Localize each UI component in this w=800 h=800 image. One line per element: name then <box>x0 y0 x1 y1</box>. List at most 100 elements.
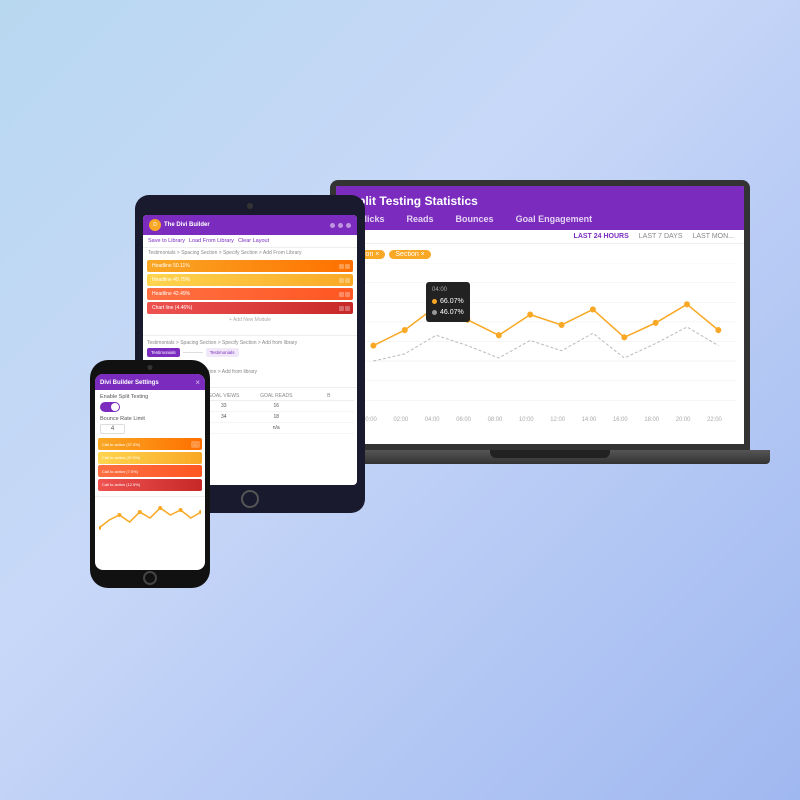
row-action-icon[interactable] <box>339 264 344 269</box>
chart-area: Section × Section × 04:00 66.07% 46.07% <box>336 244 744 439</box>
test-box-active[interactable]: Testimonials <box>147 348 180 357</box>
phone-row-label-2: Call to action (37.5%) <box>98 455 202 460</box>
divi-row-3[interactable]: Headline 42.49% <box>147 288 353 300</box>
col-b: B <box>304 393 355 399</box>
tooltip-time: 04:00 <box>432 286 464 296</box>
phone-row-label-3: Call to action (7.5%) <box>98 469 202 474</box>
cell-reads: 16 <box>251 403 302 409</box>
svg-text:16:00: 16:00 <box>613 417 628 423</box>
divi-icon-3[interactable] <box>346 223 351 228</box>
divi-toolbar[interactable]: Save to Library Load From Library Clear … <box>143 235 357 248</box>
phone-camera <box>148 365 153 370</box>
phone-row-label-1: Call to action (37.5%) <box>98 442 191 447</box>
phone-frame: Divi Builder Settings × Enable Split Tes… <box>90 360 210 588</box>
toggle-knob <box>111 403 119 411</box>
row-actions-3 <box>336 292 353 297</box>
dot-yellow-icon <box>432 299 437 304</box>
laptop-base <box>330 450 770 464</box>
line-chart: 80% 70% 60% 50% 40% 30% 20% 10% 0% <box>344 263 736 423</box>
laptop-screen: Split Testing Statistics Clicks Reads Bo… <box>330 180 750 450</box>
split-testing-toggle[interactable] <box>100 402 120 412</box>
row-action-icon[interactable] <box>339 292 344 297</box>
label-split-testing: Enable Split Testing <box>100 394 200 400</box>
row-actions-1 <box>336 264 353 269</box>
row-action-icon[interactable] <box>345 292 350 297</box>
divi-logo-icon: D <box>149 219 161 231</box>
phone-home-button[interactable] <box>143 571 157 585</box>
phone-rows-area: Call to action (37.5%) ... Call to actio… <box>95 436 205 494</box>
phone-row-1[interactable]: Call to action (37.5%) ... <box>98 438 202 450</box>
laptop-notch <box>490 450 610 458</box>
divi-icon-1[interactable] <box>330 223 335 228</box>
row-label-4: Chart line (4.46%) <box>147 302 336 314</box>
time-filter-bar: LAST 24 HOURS LAST 7 DAYS LAST MON... <box>336 230 744 244</box>
phone-row-2[interactable]: Call to action (37.5%) <box>98 452 202 464</box>
row-label-2: Headline 49.75% <box>147 274 336 286</box>
row-action-icon[interactable] <box>339 278 344 283</box>
svg-text:02:00: 02:00 <box>394 417 409 423</box>
time-7d[interactable]: LAST 7 DAYS <box>639 233 683 240</box>
section-badge-b[interactable]: Section × <box>389 250 430 259</box>
divi-header-icons <box>330 223 351 228</box>
chart-tooltip: 04:00 66.07% 46.07% <box>426 282 470 322</box>
tablet-home-button[interactable] <box>241 490 259 508</box>
row-action-icon[interactable] <box>345 306 350 311</box>
toggle-row <box>100 402 200 412</box>
stats-panel-header: Split Testing Statistics Clicks Reads Bo… <box>336 186 744 230</box>
divi-row-1[interactable]: Headline 50.11% <box>147 260 353 272</box>
section-badges: Section × Section × <box>344 250 736 259</box>
time-month[interactable]: LAST MON... <box>693 233 735 240</box>
svg-text:10:00: 10:00 <box>519 417 534 423</box>
phone-title: Divi Builder Settings <box>100 380 159 386</box>
row-label-1: Headline 50.11% <box>147 260 336 272</box>
divi-icon-2[interactable] <box>338 223 343 228</box>
divi-rows-area: Testimonials > Spacing Section > Specify… <box>143 248 357 333</box>
toolbar-save[interactable]: Save to Library <box>148 238 185 244</box>
row-actions-2 <box>336 278 353 283</box>
testimonial-row-1: Testimonials Testimonials <box>147 348 353 357</box>
toolbar-clear[interactable]: Clear Layout <box>238 238 269 244</box>
phone-chart-svg <box>99 500 201 535</box>
row-actions-4 <box>336 306 353 311</box>
bounce-rate-input[interactable]: 4 <box>100 424 125 434</box>
phone-close-icon[interactable]: × <box>195 378 200 387</box>
svg-text:20:00: 20:00 <box>676 417 691 423</box>
phone-screen: Divi Builder Settings × Enable Split Tes… <box>95 374 205 570</box>
svg-text:06:00: 06:00 <box>456 417 471 423</box>
divi-row-4[interactable]: Chart line (4.46%) <box>147 302 353 314</box>
row-label-3: Headline 42.49% <box>147 288 336 300</box>
svg-text:12:00: 12:00 <box>550 417 565 423</box>
label-bounce-rate: Bounce Rate Limit <box>100 416 200 422</box>
phone-settings-section: Enable Split Testing Bounce Rate Limit 4 <box>95 390 205 436</box>
stats-tabs[interactable]: Clicks Reads Bounces Goal Engagement <box>350 212 730 226</box>
col-goal-reads: GOAL READS <box>251 393 302 399</box>
tab-bounces[interactable]: Bounces <box>448 212 502 226</box>
phone-row-4[interactable]: Call to action (12.5%) <box>98 479 202 491</box>
tooltip-value-1: 66.07% <box>440 296 464 307</box>
svg-text:22:00: 22:00 <box>707 417 722 423</box>
tooltip-row-1: 66.07% <box>432 296 464 307</box>
row-action-icon[interactable] <box>345 278 350 283</box>
svg-text:18:00: 18:00 <box>644 417 659 423</box>
bounce-rate-row: 4 <box>100 424 200 434</box>
tooltip-row-2: 46.07% <box>432 307 464 318</box>
svg-text:14:00: 14:00 <box>582 417 597 423</box>
phone-mini-chart <box>95 496 205 543</box>
divi-app-title: The Divi Builder <box>164 222 210 228</box>
time-24h[interactable]: LAST 24 HOURS <box>574 233 629 240</box>
test-box-inactive[interactable]: Testimonials <box>206 348 239 357</box>
tablet-camera <box>247 203 253 209</box>
phone-row-3[interactable]: Call to action (7.5%) <box>98 465 202 477</box>
tooltip-value-2: 46.07% <box>440 307 464 318</box>
laptop: Split Testing Statistics Clicks Reads Bo… <box>330 180 770 490</box>
toolbar-load[interactable]: Load From Library <box>189 238 234 244</box>
tab-goal-engagement[interactable]: Goal Engagement <box>508 212 601 226</box>
phone: Divi Builder Settings × Enable Split Tes… <box>90 360 210 590</box>
tab-reads[interactable]: Reads <box>399 212 442 226</box>
divi-builder-header: D The Divi Builder <box>143 215 357 235</box>
cell-reads: 18 <box>251 414 302 420</box>
row-action-icon[interactable] <box>345 264 350 269</box>
divi-row-2[interactable]: Headline 49.75% <box>147 274 353 286</box>
svg-text:08:00: 08:00 <box>488 417 503 423</box>
row-action-icon[interactable] <box>339 306 344 311</box>
